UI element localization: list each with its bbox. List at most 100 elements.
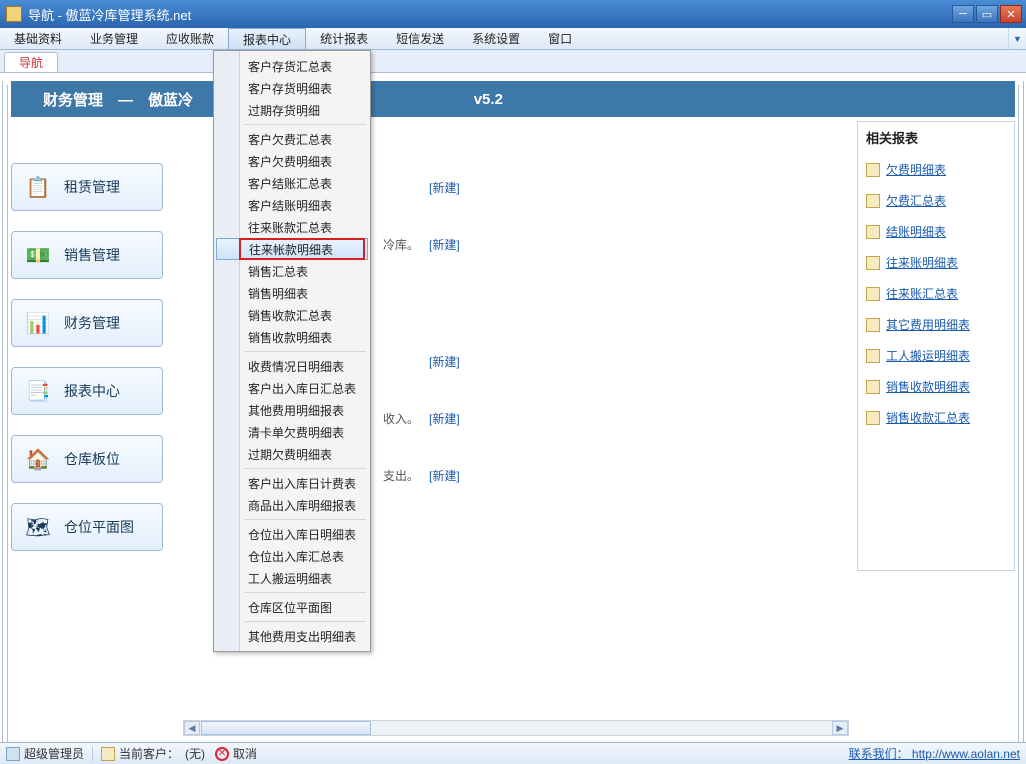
menu-stats[interactable]: 统计报表 bbox=[306, 28, 382, 49]
dd-item[interactable]: 客户存货汇总表 bbox=[214, 55, 370, 77]
dd-item[interactable]: 工人搬运明细表 bbox=[214, 567, 370, 589]
scroll-thumb[interactable] bbox=[201, 721, 371, 735]
menu-receivable[interactable]: 应收账款 bbox=[152, 28, 228, 49]
dd-item[interactable]: 客户出入库日汇总表 bbox=[214, 377, 370, 399]
dd-item[interactable]: 清卡单欠费明细表 bbox=[214, 421, 370, 443]
horizontal-scrollbar[interactable]: ◀ ▶ bbox=[183, 720, 849, 736]
maximize-button[interactable]: ▭ bbox=[976, 5, 998, 23]
new-link[interactable]: [新建] bbox=[429, 179, 460, 196]
tab-navigation[interactable]: 导航 bbox=[4, 52, 58, 72]
report-link[interactable]: 销售收款明细表 bbox=[866, 378, 1006, 395]
scroll-left-button[interactable]: ◀ bbox=[184, 721, 200, 735]
report-link-label: 结账明细表 bbox=[886, 223, 946, 240]
report-dropdown-menu: 客户存货汇总表 客户存货明细表 过期存货明细 客户欠费汇总表 客户欠费明细表 客… bbox=[213, 50, 371, 652]
report-icon: 📑 bbox=[24, 377, 52, 405]
dd-item[interactable]: 客户欠费明细表 bbox=[214, 150, 370, 172]
menu-basic[interactable]: 基础资料 bbox=[0, 28, 76, 49]
sidebar-item-label: 仓位平面图 bbox=[64, 517, 134, 537]
app-icon bbox=[6, 6, 22, 22]
dd-item[interactable]: 其他费用明细报表 bbox=[214, 399, 370, 421]
report-link[interactable]: 工人搬运明细表 bbox=[866, 347, 1006, 364]
sidebar-reports[interactable]: 📑 报表中心 bbox=[11, 367, 163, 415]
banner: 财务管理 — 傲蓝冷 v5.2 bbox=[11, 81, 1015, 117]
dd-item[interactable]: 客户结账汇总表 bbox=[214, 172, 370, 194]
cancel-icon[interactable]: ✕ bbox=[215, 747, 229, 761]
report-link[interactable]: 往来账明细表 bbox=[866, 254, 1006, 271]
dd-item[interactable]: 收费情况日明细表 bbox=[214, 355, 370, 377]
menu-settings[interactable]: 系统设置 bbox=[458, 28, 534, 49]
report-link[interactable]: 欠费明细表 bbox=[866, 161, 1006, 178]
status-bar: 超级管理员 当前客户： (无) ✕ 取消 联系我们： http://www.ao… bbox=[0, 742, 1026, 764]
file-icon bbox=[866, 318, 880, 332]
dd-item[interactable]: 销售收款汇总表 bbox=[214, 304, 370, 326]
dd-item-highlighted[interactable]: 往来帐款明细表 bbox=[216, 238, 368, 260]
dd-item[interactable]: 销售明细表 bbox=[214, 282, 370, 304]
sidebar-finance[interactable]: 📊财务管理 bbox=[11, 299, 163, 347]
dd-item[interactable]: 仓位出入库汇总表 bbox=[214, 545, 370, 567]
dd-item[interactable]: 销售收款明细表 bbox=[214, 326, 370, 348]
menu-separator bbox=[244, 124, 366, 125]
report-link-label: 欠费明细表 bbox=[886, 161, 946, 178]
file-icon bbox=[866, 380, 880, 394]
window-title: 导航 - 傲蓝冷库管理系统.net bbox=[28, 5, 191, 24]
page-text: 收入。 bbox=[383, 410, 419, 427]
house-icon: 🏠 bbox=[24, 445, 52, 473]
sidebar-item-label: 租赁管理 bbox=[64, 177, 120, 197]
dd-item[interactable]: 客户结账明细表 bbox=[214, 194, 370, 216]
document-icon bbox=[101, 747, 115, 761]
user-icon bbox=[6, 747, 20, 761]
menu-separator bbox=[244, 592, 366, 593]
banner-version: v5.2 bbox=[474, 91, 503, 108]
sidebar-floorplan[interactable]: 🗺 仓位平面图 bbox=[11, 503, 163, 551]
file-icon bbox=[866, 256, 880, 270]
contact-link[interactable]: http://www.aolan.net bbox=[912, 747, 1020, 761]
sidebar-warehouse[interactable]: 🏠 仓库板位 bbox=[11, 435, 163, 483]
report-link-label: 销售收款明细表 bbox=[886, 378, 970, 395]
report-link[interactable]: 销售收款汇总表 bbox=[866, 409, 1006, 426]
report-link[interactable]: 结账明细表 bbox=[866, 223, 1006, 240]
status-client-value: (无) bbox=[185, 745, 205, 762]
window-controls: ─ ▭ ✕ bbox=[952, 5, 1022, 23]
map-icon: 🗺 bbox=[24, 513, 52, 541]
menu-report-center[interactable]: 报表中心 bbox=[228, 28, 306, 49]
chart-icon: 📊 bbox=[24, 309, 52, 337]
dd-item[interactable]: 客户出入库日计费表 bbox=[214, 472, 370, 494]
dd-item[interactable]: 仓位出入库日明细表 bbox=[214, 523, 370, 545]
dd-item[interactable]: 其他费用支出明细表 bbox=[214, 625, 370, 647]
menu-overflow-icon[interactable]: ▼ bbox=[1008, 28, 1026, 49]
dd-item[interactable]: 客户存货明细表 bbox=[214, 77, 370, 99]
scroll-right-button[interactable]: ▶ bbox=[832, 721, 848, 735]
money-icon: 💵 bbox=[24, 241, 52, 269]
dd-item[interactable]: 商品出入库明细报表 bbox=[214, 494, 370, 516]
report-link[interactable]: 往来账汇总表 bbox=[866, 285, 1006, 302]
dd-item[interactable]: 过期存货明细 bbox=[214, 99, 370, 121]
sidebar-sales[interactable]: 💵销售管理 bbox=[11, 231, 163, 279]
new-link[interactable]: [新建] bbox=[429, 236, 460, 253]
report-link-label: 销售收款汇总表 bbox=[886, 409, 970, 426]
new-link[interactable]: [新建] bbox=[429, 353, 460, 370]
new-link[interactable]: [新建] bbox=[429, 410, 460, 427]
minimize-button[interactable]: ─ bbox=[952, 5, 974, 23]
report-link[interactable]: 其它费用明细表 bbox=[866, 316, 1006, 333]
dd-item[interactable]: 仓库区位平面图 bbox=[214, 596, 370, 618]
new-link[interactable]: [新建] bbox=[429, 467, 460, 484]
tab-strip: 导航 bbox=[0, 50, 1026, 73]
dd-item[interactable]: 客户欠费汇总表 bbox=[214, 128, 370, 150]
menu-sms[interactable]: 短信发送 bbox=[382, 28, 458, 49]
sidebar-item-label: 仓库板位 bbox=[64, 449, 120, 469]
dd-item[interactable]: 销售汇总表 bbox=[214, 260, 370, 282]
dd-item[interactable]: 往来账款汇总表 bbox=[214, 216, 370, 238]
file-icon bbox=[866, 163, 880, 177]
report-link[interactable]: 欠费汇总表 bbox=[866, 192, 1006, 209]
sidebar-rental[interactable]: 📋租赁管理 bbox=[11, 163, 163, 211]
sidebar: 📋租赁管理 💵销售管理 📊财务管理 📑 报表中心 🏠 仓库板位 🗺 仓位平面图 bbox=[11, 125, 171, 571]
menu-business[interactable]: 业务管理 bbox=[76, 28, 152, 49]
contact-label: 联系我们： bbox=[849, 747, 909, 761]
file-icon bbox=[866, 349, 880, 363]
status-cancel[interactable]: 取消 bbox=[233, 745, 257, 762]
close-button[interactable]: ✕ bbox=[1000, 5, 1022, 23]
sidebar-item-label: 报表中心 bbox=[64, 381, 120, 401]
file-icon bbox=[866, 287, 880, 301]
menu-window[interactable]: 窗口 bbox=[534, 28, 586, 49]
dd-item[interactable]: 过期欠费明细表 bbox=[214, 443, 370, 465]
